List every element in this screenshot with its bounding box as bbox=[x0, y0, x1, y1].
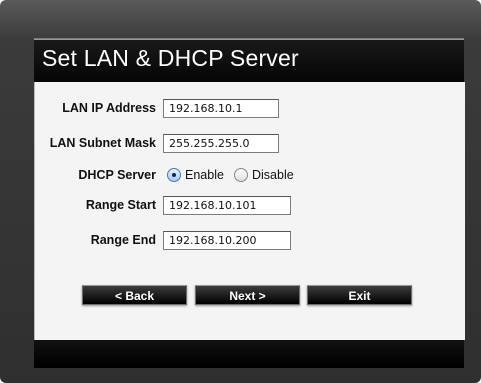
dhcp-enable-radio[interactable] bbox=[167, 168, 181, 182]
page-title: Set LAN & DHCP Server bbox=[42, 45, 299, 71]
back-button[interactable]: < Back bbox=[82, 285, 187, 305]
dhcp-disable-radio[interactable] bbox=[234, 168, 248, 182]
footer-bar bbox=[34, 340, 464, 368]
lan-ip-label: LAN IP Address bbox=[62, 101, 156, 115]
dhcp-disable-label: Disable bbox=[252, 168, 294, 182]
dhcp-server-label: DHCP Server bbox=[78, 168, 156, 182]
next-button[interactable]: Next > bbox=[195, 285, 300, 305]
range-start-input[interactable]: 192.168.10.101 bbox=[163, 196, 291, 215]
lan-ip-input[interactable]: 192.168.10.1 bbox=[163, 99, 279, 118]
dhcp-enable-label: Enable bbox=[185, 168, 224, 182]
range-end-label: Range End bbox=[90, 233, 156, 247]
exit-button[interactable]: Exit bbox=[307, 285, 412, 305]
range-end-input[interactable]: 192.168.10.200 bbox=[163, 231, 291, 250]
subnet-mask-input[interactable]: 255.255.255.0 bbox=[163, 134, 279, 153]
title-bar: Set LAN & DHCP Server bbox=[34, 38, 464, 83]
range-start-label: Range Start bbox=[85, 198, 156, 212]
subnet-mask-label: LAN Subnet Mask bbox=[49, 136, 156, 150]
wizard-window: Set LAN & DHCP Server LAN IP Address 192… bbox=[0, 0, 481, 383]
